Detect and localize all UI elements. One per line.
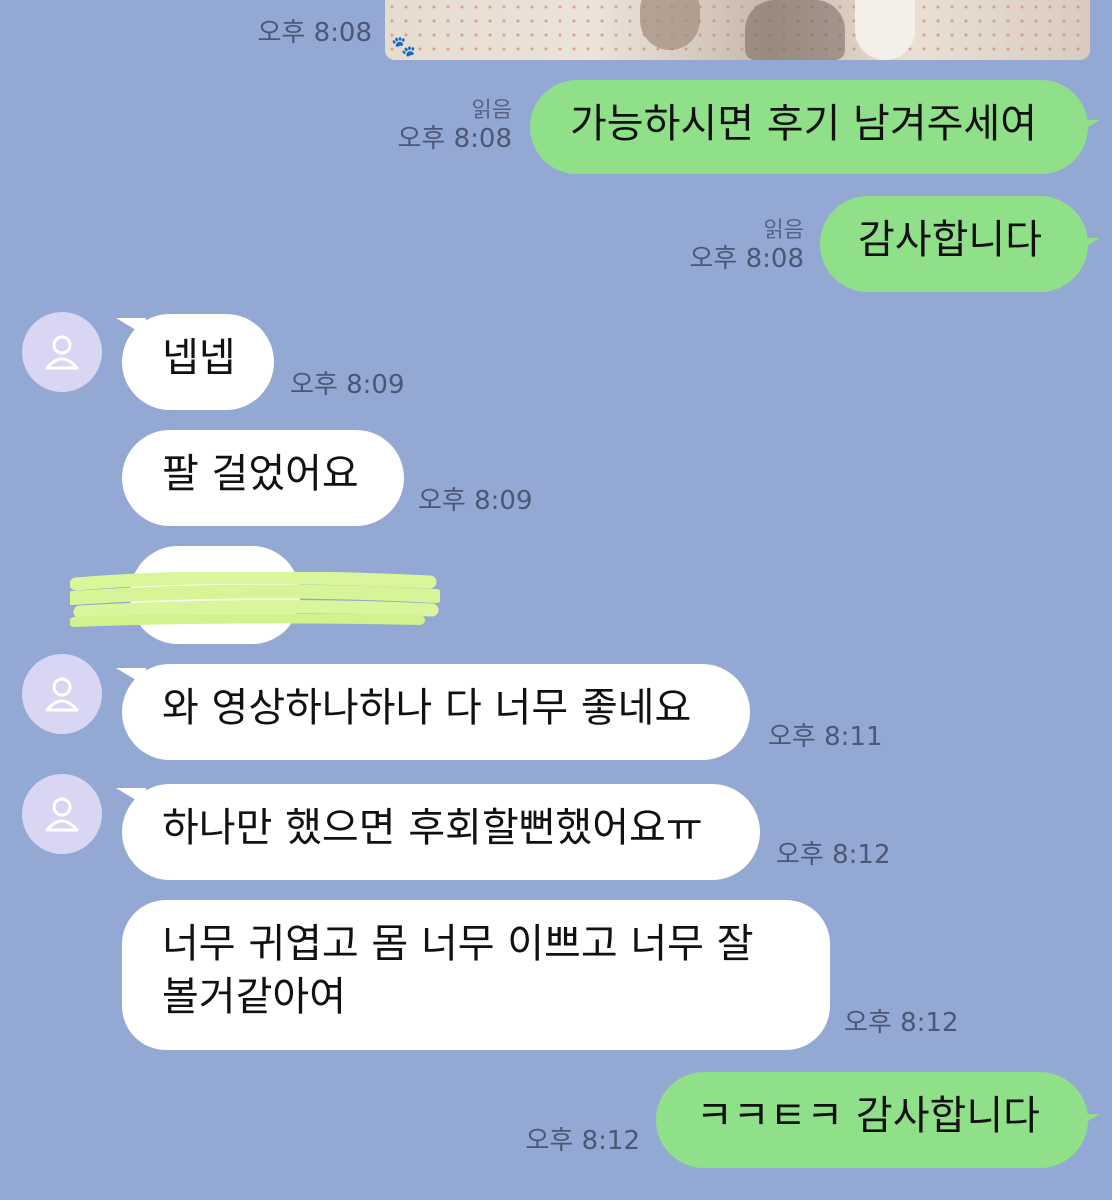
photo-detail: [855, 0, 915, 60]
chat-room: 🐾 오후 8:08 읽음 오후 8:08 가능하시면 후기 남겨주세여 읽음 오…: [0, 0, 1112, 1200]
message-time: 오후 8:12: [776, 840, 891, 871]
message-text-line: 볼거같아여: [162, 973, 346, 1020]
bubble-tail: [1070, 238, 1100, 256]
profile-avatar[interactable]: [22, 654, 102, 734]
message-meta: 읽음 오후 8:08: [690, 218, 805, 276]
message-time: 오후 8:12: [844, 1008, 959, 1039]
sent-message-bubble[interactable]: ㅋㅋㅌㅋ 감사합니다: [656, 1072, 1088, 1168]
photo-message[interactable]: 🐾: [385, 0, 1090, 60]
message-text: ㅋㅋㅌㅋ 감사합니다: [696, 1093, 1040, 1139]
time-label: 오후 8:08: [689, 244, 805, 275]
message-text: 하나만 했으면 후회할뻔했어요ㅠ: [162, 805, 703, 851]
received-message-bubble[interactable]: 너무 귀엽고 몸 너무 이쁘고 너무 잘 볼거같아여: [122, 900, 830, 1050]
message-text: 와 영상하나하나 다 너무 좋네요: [162, 685, 692, 731]
profile-avatar[interactable]: [22, 774, 102, 854]
message-time: 오후 8:11: [768, 722, 883, 753]
person-icon: [45, 677, 79, 712]
message-text-line: 너무 귀엽고 몸 너무 이쁘고 너무 잘: [162, 921, 754, 967]
bubble-tail: [1070, 120, 1100, 138]
time-label: 오후 8:08: [397, 124, 513, 155]
message-time: 오후 8:09: [290, 370, 405, 401]
received-message-bubble[interactable]: 팔 걸었어요: [122, 430, 404, 526]
sent-message-bubble[interactable]: 감사합니다: [820, 196, 1088, 292]
person-icon: [45, 797, 79, 832]
time-label: 오후 8:12: [776, 840, 891, 870]
photo-pattern: [385, 0, 1090, 60]
message-time: 오후 8:09: [418, 486, 533, 517]
paw-icon: 🐾: [391, 34, 416, 58]
read-receipt: 읽음: [763, 218, 804, 243]
read-receipt: 읽음: [471, 98, 512, 123]
time-label: 오후 8:09: [418, 486, 533, 516]
time-label: 오후 8:08: [257, 18, 373, 48]
time-label: 오후 8:09: [290, 370, 405, 400]
redaction-scribble: [70, 572, 440, 627]
time-label: 오후 8:12: [525, 1126, 641, 1156]
photo-detail: [745, 0, 845, 60]
bubble-tail: [1070, 1114, 1100, 1132]
message-text: 팔 걸었어요: [162, 451, 359, 497]
received-message-bubble[interactable]: 넵넵: [122, 314, 274, 410]
message-time: 오후 8:08: [258, 18, 373, 49]
message-text: 넵넵: [162, 335, 236, 381]
sent-message-bubble[interactable]: 가능하시면 후기 남겨주세여: [530, 80, 1088, 174]
message-text: 감사합니다: [858, 217, 1042, 263]
message-text: 가능하시면 후기 남겨주세여: [570, 101, 1038, 147]
message-meta: 읽음 오후 8:08: [398, 98, 513, 156]
time-label: 오후 8:12: [844, 1008, 959, 1038]
received-message-bubble[interactable]: 와 영상하나하나 다 너무 좋네요: [122, 664, 750, 760]
received-message-bubble[interactable]: 하나만 했으면 후회할뻔했어요ㅠ: [122, 784, 760, 880]
person-icon: [45, 335, 79, 370]
profile-avatar[interactable]: [22, 312, 102, 392]
message-time: 오후 8:12: [526, 1126, 641, 1157]
time-label: 오후 8:11: [768, 722, 883, 752]
